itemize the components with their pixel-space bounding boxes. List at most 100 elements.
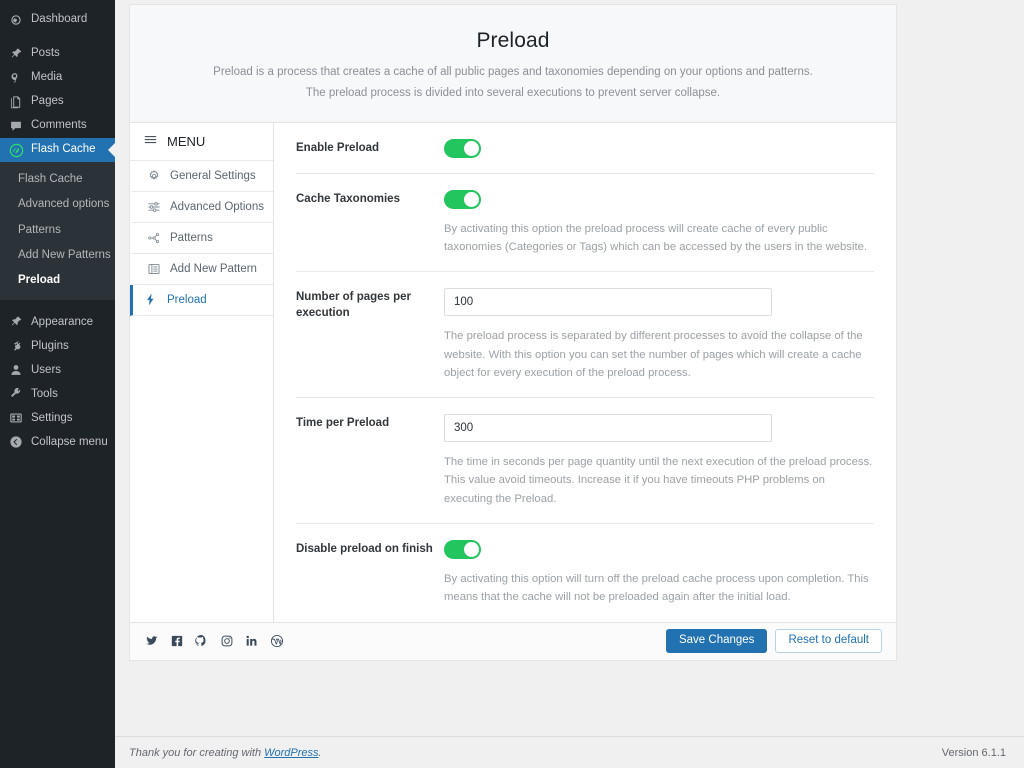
submenu-item-add-new-patterns[interactable]: Add New Patterns — [0, 243, 115, 268]
pages-per-execution-input[interactable] — [444, 288, 772, 317]
sidebar-label: Appearance — [31, 315, 94, 328]
disable-preload-on-finish-toggle[interactable] — [444, 540, 481, 559]
page-footer: Thank you for creating with WordPress. V… — [115, 736, 1024, 768]
sidebar-label: Media — [31, 71, 63, 84]
sidebar-label: Pages — [31, 95, 64, 108]
enable-preload-toggle[interactable] — [444, 138, 481, 158]
submenu-item-patterns[interactable]: Patterns — [0, 218, 115, 243]
panel-item-advanced-options[interactable]: Advanced Options — [130, 192, 273, 223]
comments-icon — [8, 118, 24, 134]
panel-item-label: Advanced Options — [170, 200, 264, 213]
toggle-knob — [464, 542, 479, 557]
sidebar-label: Comments — [31, 119, 87, 132]
media-icon — [8, 70, 24, 86]
dashboard-icon — [8, 12, 24, 28]
sliders-icon — [146, 199, 161, 214]
flash-cache-submenu: Flash Cache Advanced options Patterns Ad… — [0, 162, 115, 301]
setting-label: Time per Preload — [296, 417, 390, 430]
leaf-icon — [8, 142, 24, 158]
wordpress-icon[interactable] — [269, 634, 284, 649]
panel-item-preload[interactable]: Preload — [130, 284, 273, 316]
toggle-knob — [464, 140, 479, 156]
menu-heading: MENU — [130, 123, 273, 161]
setting-row-pages-per-execution: Number of pages per execution The preloa… — [296, 272, 874, 399]
sidebar-item-plugins[interactable]: Plugins — [0, 334, 115, 358]
pin-icon — [8, 46, 24, 62]
cache-taxonomies-toggle[interactable] — [444, 189, 481, 209]
sidebar-label: Posts — [31, 47, 60, 60]
menu-heading-label: MENU — [167, 133, 206, 149]
setting-label: Number of pages per execution — [296, 291, 412, 319]
menu-separator — [0, 300, 115, 310]
collapse-icon — [8, 434, 24, 450]
sidebar-item-media[interactable]: Media — [0, 66, 115, 90]
wrench-icon — [8, 386, 24, 402]
github-icon[interactable] — [194, 634, 209, 649]
panel-item-label: Patterns — [170, 231, 213, 244]
setting-description: By activating this option will turn off … — [444, 573, 869, 604]
node-graph-icon — [146, 230, 161, 245]
list-box-icon — [146, 261, 161, 276]
settings-panel: Enable Preload Cache Taxonomies By activ… — [274, 123, 896, 622]
sidebar-item-posts[interactable]: Posts — [0, 42, 115, 66]
setting-description: By activating this option the preload pr… — [444, 222, 868, 253]
page-subtitle-line-1: Preload is a process that creates a cach… — [213, 66, 813, 78]
page-title: Preload — [476, 29, 550, 52]
footer-thanks-suffix: . — [318, 746, 322, 759]
footer-thanks: Thank you for creating with WordPress. — [129, 747, 322, 759]
hamburger-icon — [143, 132, 158, 150]
sidebar-label: Users — [31, 363, 62, 376]
setting-control: By activating this option will turn off … — [444, 540, 874, 607]
sidebar-item-users[interactable]: Users — [0, 358, 115, 382]
card-footer: Save Changes Reset to default — [130, 621, 896, 660]
preload-settings-card: Preload Preload is a process that create… — [129, 4, 897, 661]
page-subtitle-line-2: The preload process is divided into seve… — [305, 86, 721, 99]
setting-row-enable-preload: Enable Preload — [296, 123, 874, 174]
setting-control: The preload process is separated by diff… — [444, 288, 874, 382]
plugin-menu-panel: MENU General Settings Advanced Options P… — [130, 122, 274, 622]
linkedin-icon[interactable] — [244, 634, 259, 649]
user-icon — [8, 362, 24, 378]
reset-to-default-button[interactable]: Reset to default — [775, 629, 882, 654]
sidebar-item-comments[interactable]: Comments — [0, 114, 115, 138]
submenu-item-flash-cache[interactable]: Flash Cache — [0, 167, 115, 192]
sidebar-item-dashboard[interactable]: Dashboard — [0, 8, 115, 32]
submenu-item-preload[interactable]: Preload — [0, 268, 115, 293]
footer-buttons: Save Changes Reset to default — [665, 629, 882, 654]
panel-item-add-new-pattern[interactable]: Add New Pattern — [130, 254, 273, 285]
save-changes-button[interactable]: Save Changes — [665, 629, 768, 654]
sidebar-item-collapse-menu[interactable]: Collapse menu — [0, 430, 115, 454]
sidebar-label: Plugins — [31, 339, 69, 352]
sidebar-item-appearance[interactable]: Appearance — [0, 310, 115, 334]
time-per-preload-input[interactable] — [444, 414, 772, 443]
setting-row-time-per-preload: Time per Preload The time in seconds per… — [296, 398, 874, 524]
panel-item-label: Preload — [167, 293, 207, 306]
sidebar-item-tools[interactable]: Tools — [0, 382, 115, 406]
setting-label: Cache Taxonomies — [296, 192, 400, 205]
admin-content-area: Preload Preload is a process that create… — [115, 0, 1024, 768]
admin-sidebar: Dashboard Posts Media Pages Comments Fla… — [0, 0, 115, 768]
footer-version: Version 6.1.1 — [941, 746, 1006, 759]
sidebar-label: Dashboard — [31, 13, 88, 26]
sidebar-label: Flash Cache — [31, 143, 96, 156]
wordpress-link[interactable]: WordPress — [264, 747, 318, 759]
setting-control: The time in seconds per page quantity un… — [444, 414, 874, 508]
submenu-item-advanced-options[interactable]: Advanced options — [0, 192, 115, 217]
toggle-knob — [464, 191, 479, 207]
lightning-bolt-icon — [143, 292, 158, 307]
menu-separator — [0, 32, 115, 42]
panel-item-patterns[interactable]: Patterns — [130, 223, 273, 254]
social-links — [144, 634, 284, 649]
sliders-icon — [8, 410, 24, 426]
gear-icon — [146, 168, 161, 183]
sidebar-item-settings[interactable]: Settings — [0, 406, 115, 430]
twitter-icon[interactable] — [144, 634, 159, 649]
panel-item-label: Add New Pattern — [170, 262, 257, 275]
sidebar-item-flash-cache[interactable]: Flash Cache — [0, 138, 115, 162]
facebook-icon[interactable] — [169, 634, 184, 649]
panel-item-general-settings[interactable]: General Settings — [130, 161, 273, 192]
setting-description: The time in seconds per page quantity un… — [444, 456, 873, 505]
instagram-icon[interactable] — [219, 634, 234, 649]
sidebar-item-pages[interactable]: Pages — [0, 90, 115, 114]
setting-description: The preload process is separated by diff… — [444, 330, 863, 379]
